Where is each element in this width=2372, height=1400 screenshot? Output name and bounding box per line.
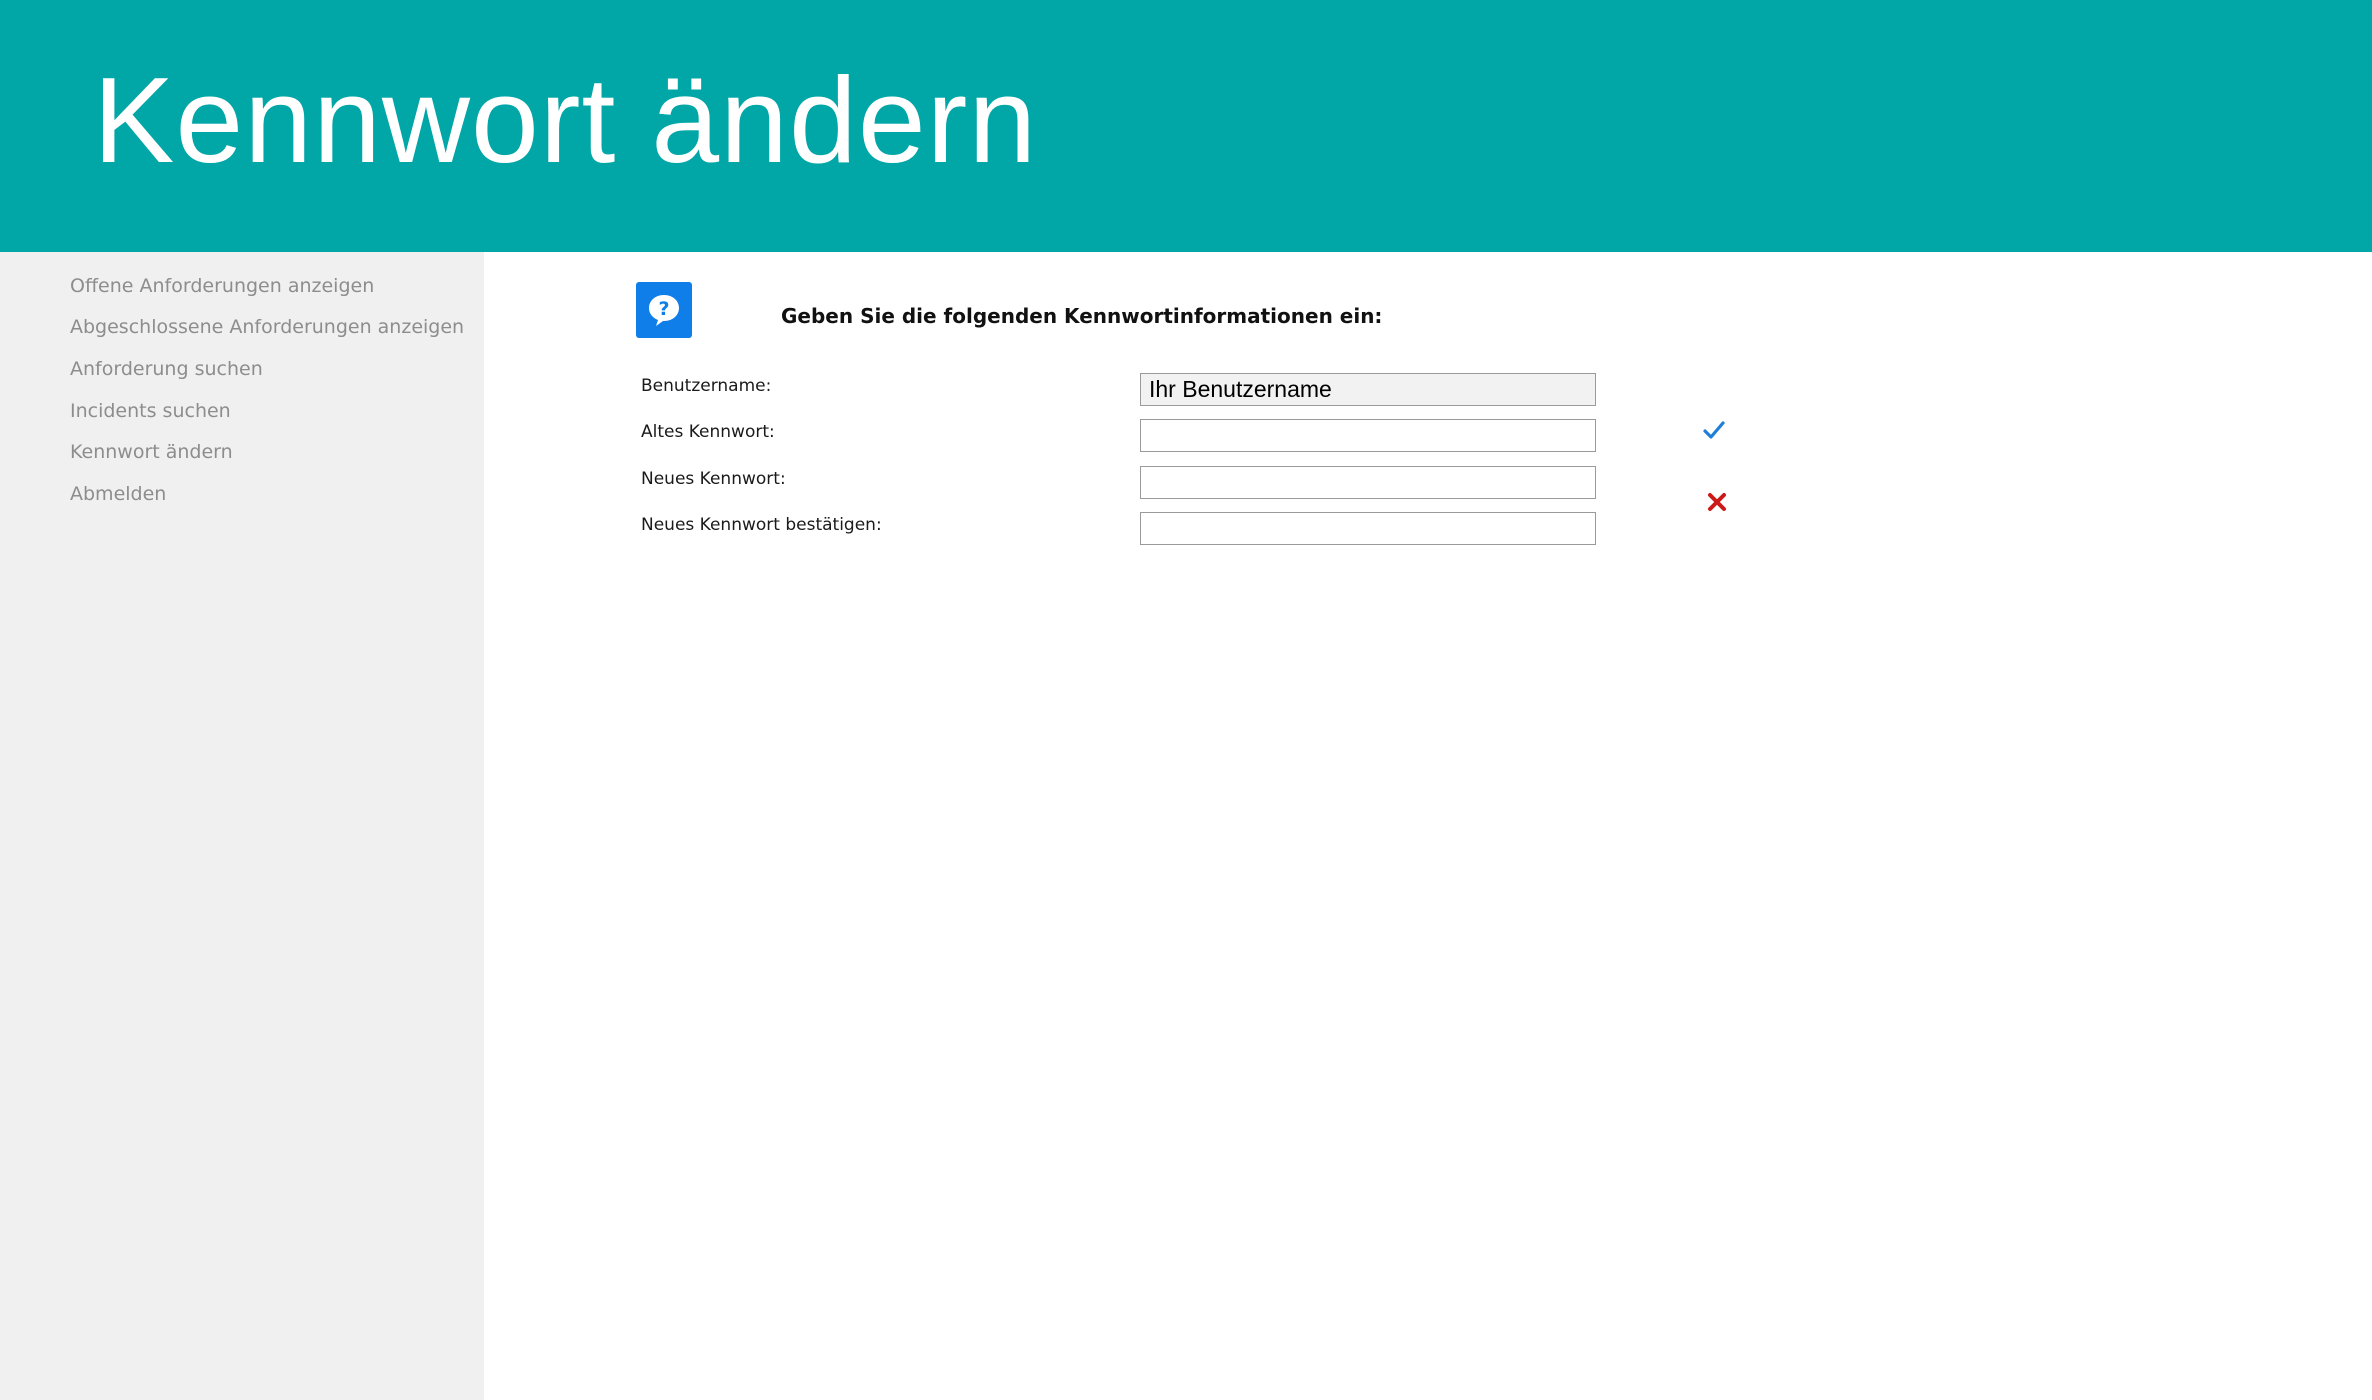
new-password-label: Neues Kennwort: <box>641 469 786 489</box>
sidebar-item-logout[interactable]: Abmelden <box>70 481 166 507</box>
confirm-password-label: Neues Kennwort bestätigen: <box>641 515 882 535</box>
old-password-label: Altes Kennwort: <box>641 422 775 442</box>
cross-icon <box>1707 492 1727 516</box>
sidebar-item-search-incidents[interactable]: Incidents suchen <box>70 398 231 424</box>
confirm-password-field[interactable] <box>1140 512 1596 545</box>
sidebar-item-closed-requests[interactable]: Abgeschlossene Anforderungen anzeigen <box>70 314 464 340</box>
new-password-field[interactable] <box>1140 466 1596 499</box>
form-heading: Geben Sie die folgenden Kennwortinformat… <box>781 304 1383 328</box>
sidebar-item-search-request[interactable]: Anforderung suchen <box>70 356 263 382</box>
help-question-icon[interactable]: ? <box>636 282 692 338</box>
title-banner: Kennwort ändern <box>0 0 2372 252</box>
username-label: Benutzername: <box>641 376 772 396</box>
sidebar-item-change-password[interactable]: Kennwort ändern <box>70 439 233 465</box>
main-content: ? Geben Sie die folgenden Kennwortinform… <box>484 252 2372 1400</box>
old-password-field[interactable] <box>1140 419 1596 452</box>
sidebar-item-open-requests[interactable]: Offene Anforderungen anzeigen <box>70 273 374 299</box>
page-title: Kennwort ändern <box>93 52 1038 188</box>
svg-text:?: ? <box>658 298 669 320</box>
checkmark-icon <box>1703 420 1725 444</box>
username-field[interactable] <box>1140 373 1596 406</box>
